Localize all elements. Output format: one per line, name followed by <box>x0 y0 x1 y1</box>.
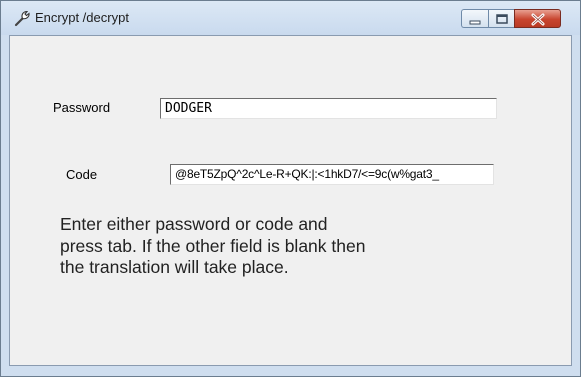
password-input[interactable]: DODGER <box>160 98 497 119</box>
maximize-icon <box>496 14 508 24</box>
minimize-button[interactable] <box>461 9 488 28</box>
code-label: Code <box>66 167 98 182</box>
maximize-button[interactable] <box>488 9 514 28</box>
title-bar[interactable]: Encrypt /decrypt <box>1 1 580 35</box>
minimize-icon <box>469 20 481 25</box>
close-button[interactable] <box>514 9 561 28</box>
instructions-text: Enter either password or code and press … <box>60 214 420 279</box>
instructions-line-3: the translation will take place. <box>60 257 289 277</box>
window-title: Encrypt /decrypt <box>35 10 129 25</box>
close-icon <box>531 13 545 26</box>
instructions-line-1: Enter either password or code and <box>60 214 328 234</box>
code-input[interactable]: @8eT5ZpQ^2c^Le-R+QK:|:<1hkD7/<=9c(w%gat3… <box>170 164 494 185</box>
wrench-icon <box>14 10 30 27</box>
dialog-body: Password DODGER Code @8eT5ZpQ^2c^Le-R+QK… <box>9 35 572 366</box>
instructions-line-2: press tab. If the other field is blank t… <box>60 235 366 256</box>
app-window: Encrypt /decrypt Password DODGER Code @8… <box>0 0 581 377</box>
password-label: Password <box>53 100 111 115</box>
